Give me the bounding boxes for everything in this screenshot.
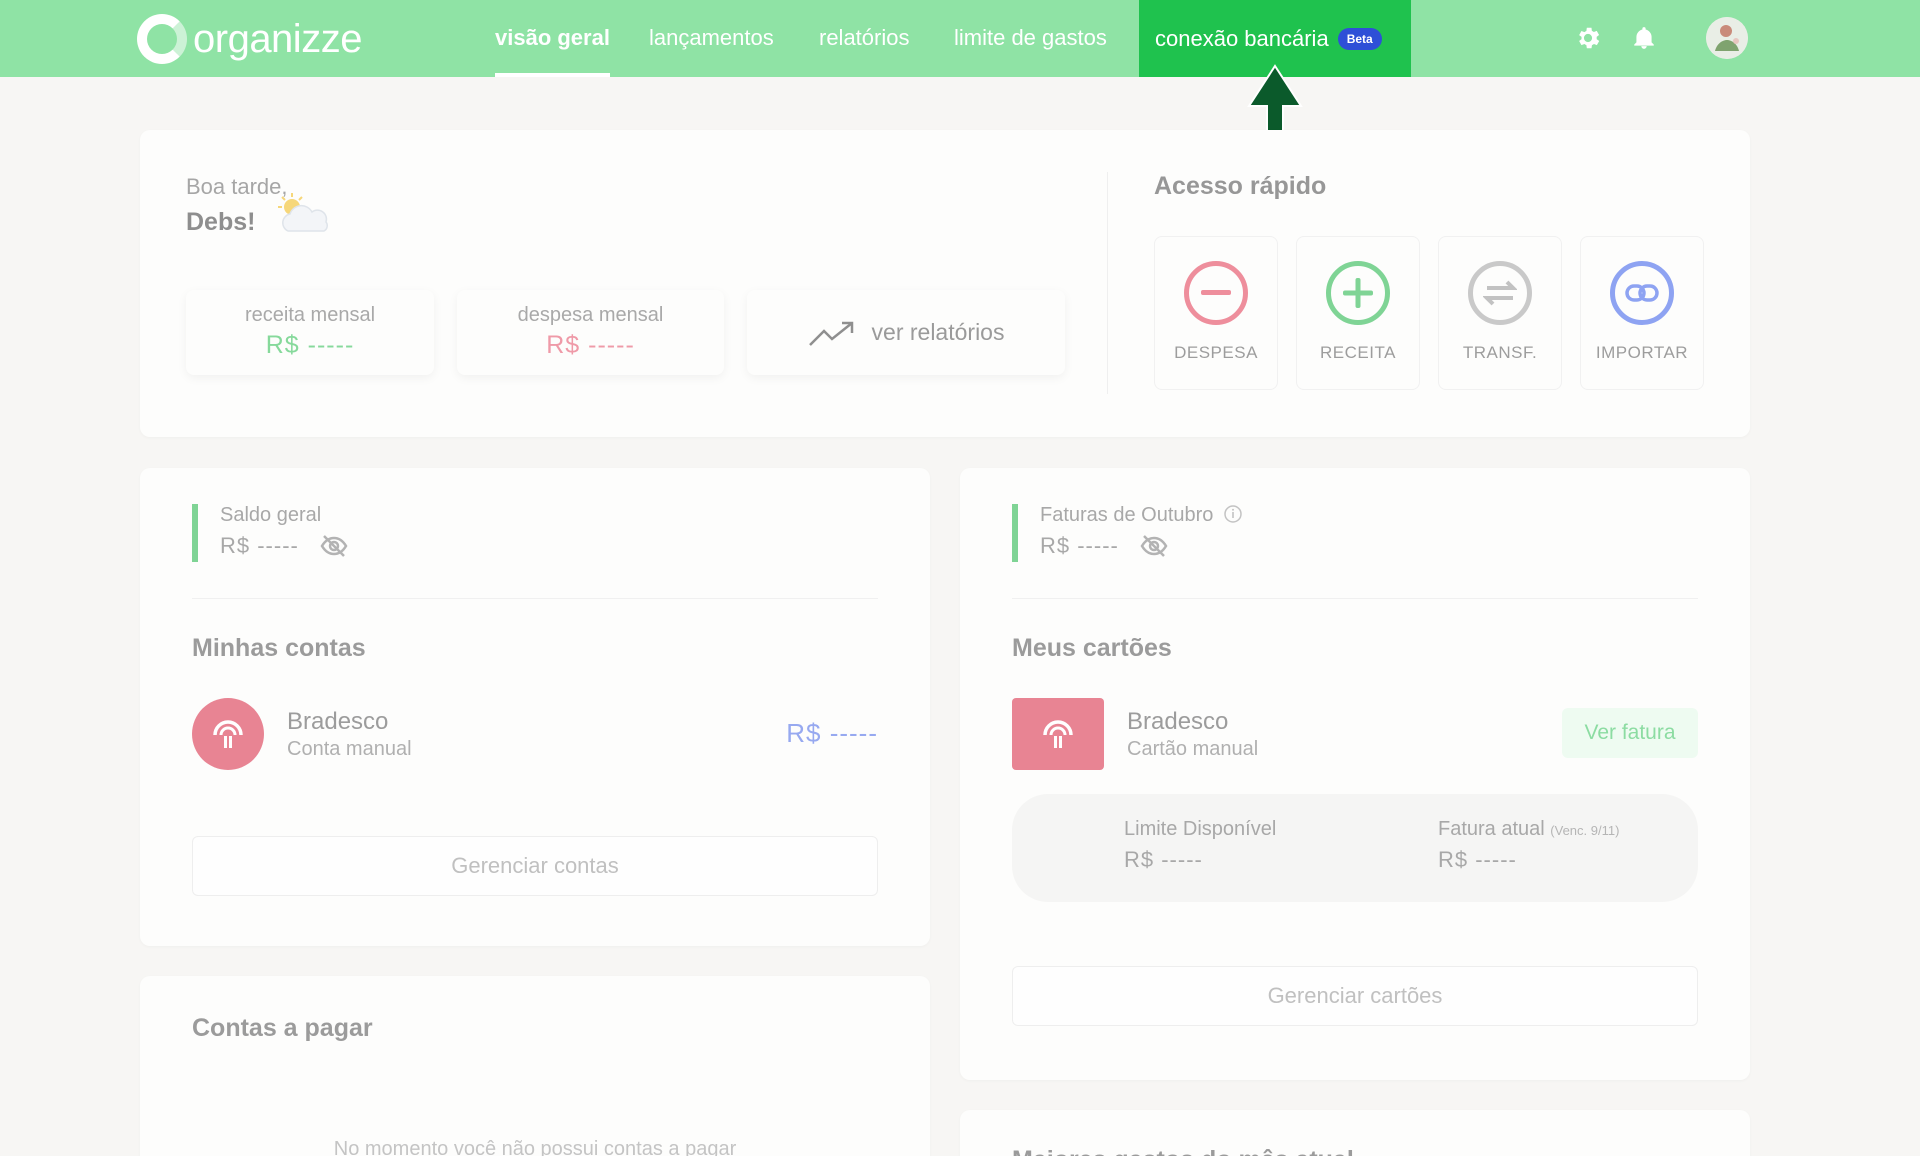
logo-mark-icon <box>137 14 187 64</box>
quick-import-label: IMPORTAR <box>1595 343 1689 362</box>
total-balance: Saldo geral R$ ----- <box>192 504 349 562</box>
transfer-arrows-icon <box>1468 261 1532 325</box>
account-row-bradesco[interactable]: Bradesco Conta manual R$ ----- <box>192 698 878 772</box>
available-limit: Limite Disponível R$ ----- <box>1124 818 1276 873</box>
sun-cloud-icon <box>276 193 330 242</box>
notifications-bell-icon[interactable] <box>1628 22 1660 54</box>
link-icon <box>1610 261 1674 325</box>
beta-badge: Beta <box>1337 27 1382 50</box>
monthly-income-label: receita mensal <box>244 304 376 326</box>
organizze-logo[interactable]: organizze <box>137 14 362 64</box>
invoices-value-row: R$ ----- <box>1040 533 1243 559</box>
view-reports-label: ver relatórios <box>871 319 1005 345</box>
total-balance-label: Saldo geral <box>220 504 322 526</box>
settings-gear-icon[interactable] <box>1572 22 1604 54</box>
monthly-expense-value: R$ ----- <box>546 331 635 359</box>
nav-overview[interactable]: visão geral <box>495 0 610 77</box>
empty-bills-message: No momento você não possui contas a paga… <box>333 1138 737 1156</box>
invoices-label: Faturas de Outubro <box>1040 504 1214 526</box>
accounts-card: Saldo geral R$ ----- Minhas contas Brade… <box>140 468 930 946</box>
top-navigation-bar: organizze visão geral lançamentos relató… <box>0 0 1920 77</box>
invoices-value: R$ ----- <box>1040 533 1119 558</box>
nav-reports[interactable]: relatórios <box>819 0 909 77</box>
view-reports-button[interactable]: ver relatórios <box>747 290 1065 375</box>
quick-access-title: Acesso rápido <box>1154 172 1327 200</box>
current-invoice-value: R$ ----- <box>1438 847 1517 872</box>
biggest-expenses-title: Maiores gastos do mês atual <box>1012 1146 1354 1156</box>
hide-value-eye-off-icon[interactable] <box>319 534 349 558</box>
bradesco-logo-icon <box>192 698 264 770</box>
quick-expense-button[interactable]: DESPESA <box>1154 236 1278 390</box>
nav-transactions[interactable]: lançamentos <box>649 0 774 77</box>
card-row-bradesco[interactable]: Bradesco Cartão manual Ver fatura <box>1012 698 1698 772</box>
quick-import-button[interactable]: IMPORTAR <box>1580 236 1704 390</box>
credit-cards-card: Faturas de Outubro R$ ----- Meus cartões <box>960 468 1750 1080</box>
invoices-row: Faturas de Outubro <box>1040 504 1243 527</box>
current-invoice-label: Fatura atual <box>1438 818 1545 840</box>
hide-value-eye-off-icon[interactable] <box>1139 534 1169 558</box>
divider <box>1012 598 1698 599</box>
minus-circle-icon <box>1184 261 1248 325</box>
monthly-expense-card[interactable]: despesa mensal R$ ----- <box>457 290 724 375</box>
card-type: Cartão manual <box>1127 738 1259 760</box>
info-icon[interactable] <box>1223 504 1243 524</box>
manage-cards-button[interactable]: Gerenciar cartões <box>1012 966 1698 1026</box>
quick-income-label: RECEITA <box>1320 343 1396 362</box>
vertical-divider <box>1107 172 1108 394</box>
my-accounts-title: Minhas contas <box>192 634 366 662</box>
quick-transfer-button[interactable]: TRANSF. <box>1438 236 1562 390</box>
monthly-income-value: R$ ----- <box>265 331 355 359</box>
plus-circle-icon <box>1326 261 1390 325</box>
current-invoice-row: Fatura atual (Venc. 9/11) <box>1438 818 1619 841</box>
user-name: Debs! <box>186 208 256 236</box>
greeting-text: Boa tarde, <box>186 174 288 199</box>
manage-accounts-button[interactable]: Gerenciar contas <box>192 836 878 896</box>
total-balance-row: R$ ----- <box>220 533 349 559</box>
user-avatar[interactable] <box>1706 17 1748 59</box>
monthly-income-card[interactable]: receita mensal R$ ----- <box>186 290 434 375</box>
monthly-expense-label: despesa mensal <box>517 304 664 326</box>
bradesco-card-logo-icon <box>1012 698 1104 770</box>
bills-to-pay-card: Contas a pagar No momento você não possu… <box>140 976 930 1156</box>
logo-text: organizze <box>193 16 362 61</box>
invoices-total: Faturas de Outubro R$ ----- <box>1012 504 1243 562</box>
available-limit-label: Limite Disponível <box>1124 818 1277 840</box>
view-invoice-button[interactable]: Ver fatura <box>1562 708 1698 758</box>
quick-expense-label: DESPESA <box>1174 343 1258 362</box>
current-invoice: Fatura atual (Venc. 9/11) R$ ----- <box>1438 818 1619 873</box>
trending-up-icon <box>808 321 853 346</box>
nav-spending-limit[interactable]: limite de gastos <box>954 0 1107 77</box>
biggest-expenses-card: Maiores gastos do mês atual <box>960 1110 1750 1156</box>
total-balance-value: R$ ----- <box>220 533 299 558</box>
quick-transfer-label: TRANSF. <box>1462 343 1538 362</box>
greeting-card: Boa tarde, Debs! receita mensal R$ -----… <box>140 130 1750 437</box>
account-bank-name: Bradesco <box>287 708 389 735</box>
account-type: Conta manual <box>287 738 412 760</box>
bills-to-pay-title: Contas a pagar <box>192 1014 373 1042</box>
card-limit-box: Limite Disponível R$ ----- Fatura atual … <box>1012 794 1698 902</box>
card-bank-name: Bradesco <box>1127 708 1229 735</box>
current-invoice-due: (Venc. 9/11) <box>1550 823 1620 838</box>
available-limit-value: R$ ----- <box>1124 847 1203 872</box>
quick-income-button[interactable]: RECEITA <box>1296 236 1420 390</box>
account-balance: R$ ----- <box>786 718 878 748</box>
my-cards-title: Meus cartões <box>1012 634 1172 662</box>
divider <box>192 598 878 599</box>
